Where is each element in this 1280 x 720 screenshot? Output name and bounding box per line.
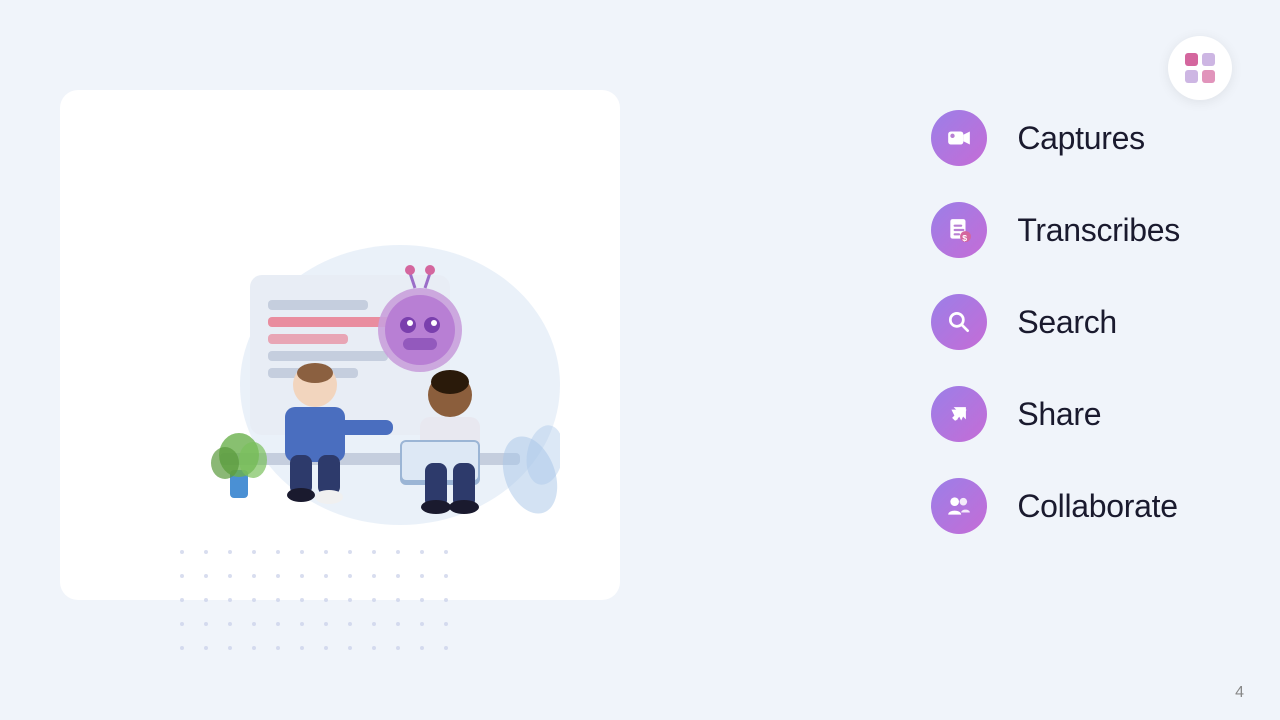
dot (180, 598, 184, 602)
dot (204, 550, 208, 554)
dot (204, 574, 208, 578)
dot (324, 598, 328, 602)
dot (444, 550, 448, 554)
dot (228, 598, 232, 602)
dot (180, 550, 184, 554)
dot (276, 646, 280, 650)
dot (420, 622, 424, 626)
captures-icon-circle (931, 110, 987, 166)
dot (228, 550, 232, 554)
dot (252, 574, 256, 578)
dot-grid-decoration: // Will be generated by JS below (180, 550, 460, 662)
dot (252, 598, 256, 602)
dot (348, 550, 352, 554)
dot (276, 550, 280, 554)
svg-text:$: $ (963, 233, 968, 243)
dot (228, 622, 232, 626)
dot (348, 622, 352, 626)
transcribes-label: Transcribes (1017, 212, 1180, 249)
search-icon-circle (931, 294, 987, 350)
dot (420, 598, 424, 602)
dot (276, 574, 280, 578)
dot (324, 550, 328, 554)
dot (180, 622, 184, 626)
feature-item-transcribes: $ Transcribes (931, 202, 1180, 258)
dot (252, 550, 256, 554)
captures-label: Captures (1017, 120, 1144, 157)
dot (348, 646, 352, 650)
dot (252, 646, 256, 650)
dot (324, 646, 328, 650)
share-icon-circle (931, 386, 987, 442)
dot (396, 646, 400, 650)
dot (228, 646, 232, 650)
dot (396, 622, 400, 626)
dot (276, 622, 280, 626)
dot (444, 574, 448, 578)
dot (204, 622, 208, 626)
app-logo (1181, 49, 1219, 87)
dot (396, 550, 400, 554)
search-label: Search (1017, 304, 1117, 341)
dot (252, 622, 256, 626)
dot (300, 574, 304, 578)
dot (372, 598, 376, 602)
feature-item-share: Share (931, 386, 1180, 442)
slide-number: 4 (1235, 684, 1244, 702)
illustration (120, 185, 560, 525)
dot (372, 646, 376, 650)
feature-item-captures: Captures (931, 110, 1180, 166)
people-icon (946, 493, 972, 519)
dot (420, 646, 424, 650)
dot (324, 574, 328, 578)
dot (372, 550, 376, 554)
dot (396, 598, 400, 602)
dot (300, 598, 304, 602)
share-label: Share (1017, 396, 1101, 433)
dot (420, 574, 424, 578)
document-icon: $ (946, 217, 972, 243)
search-icon (946, 309, 972, 335)
dot (276, 598, 280, 602)
collaborate-label: Collaborate (1017, 488, 1177, 525)
share-icon (946, 401, 972, 427)
dot (228, 574, 232, 578)
feature-item-search: Search (931, 294, 1180, 350)
dot (348, 598, 352, 602)
dot (396, 574, 400, 578)
dot (372, 574, 376, 578)
dot (348, 574, 352, 578)
feature-list: Captures $ Transcribes (931, 110, 1180, 534)
dot (372, 622, 376, 626)
dot (324, 622, 328, 626)
dot (204, 598, 208, 602)
dot (300, 622, 304, 626)
dot (444, 646, 448, 650)
slide: // Will be generated by JS below Capture… (0, 0, 1280, 720)
dot (180, 646, 184, 650)
video-camera-icon (946, 125, 972, 151)
illustration-area (80, 140, 600, 570)
dot (444, 622, 448, 626)
dot (300, 646, 304, 650)
dot (204, 646, 208, 650)
dot (444, 598, 448, 602)
dot (300, 550, 304, 554)
dot (180, 574, 184, 578)
feature-item-collaborate: Collaborate (931, 478, 1180, 534)
logo-container (1168, 36, 1232, 100)
transcribes-icon-circle: $ (931, 202, 987, 258)
dot (420, 550, 424, 554)
collaborate-icon-circle (931, 478, 987, 534)
